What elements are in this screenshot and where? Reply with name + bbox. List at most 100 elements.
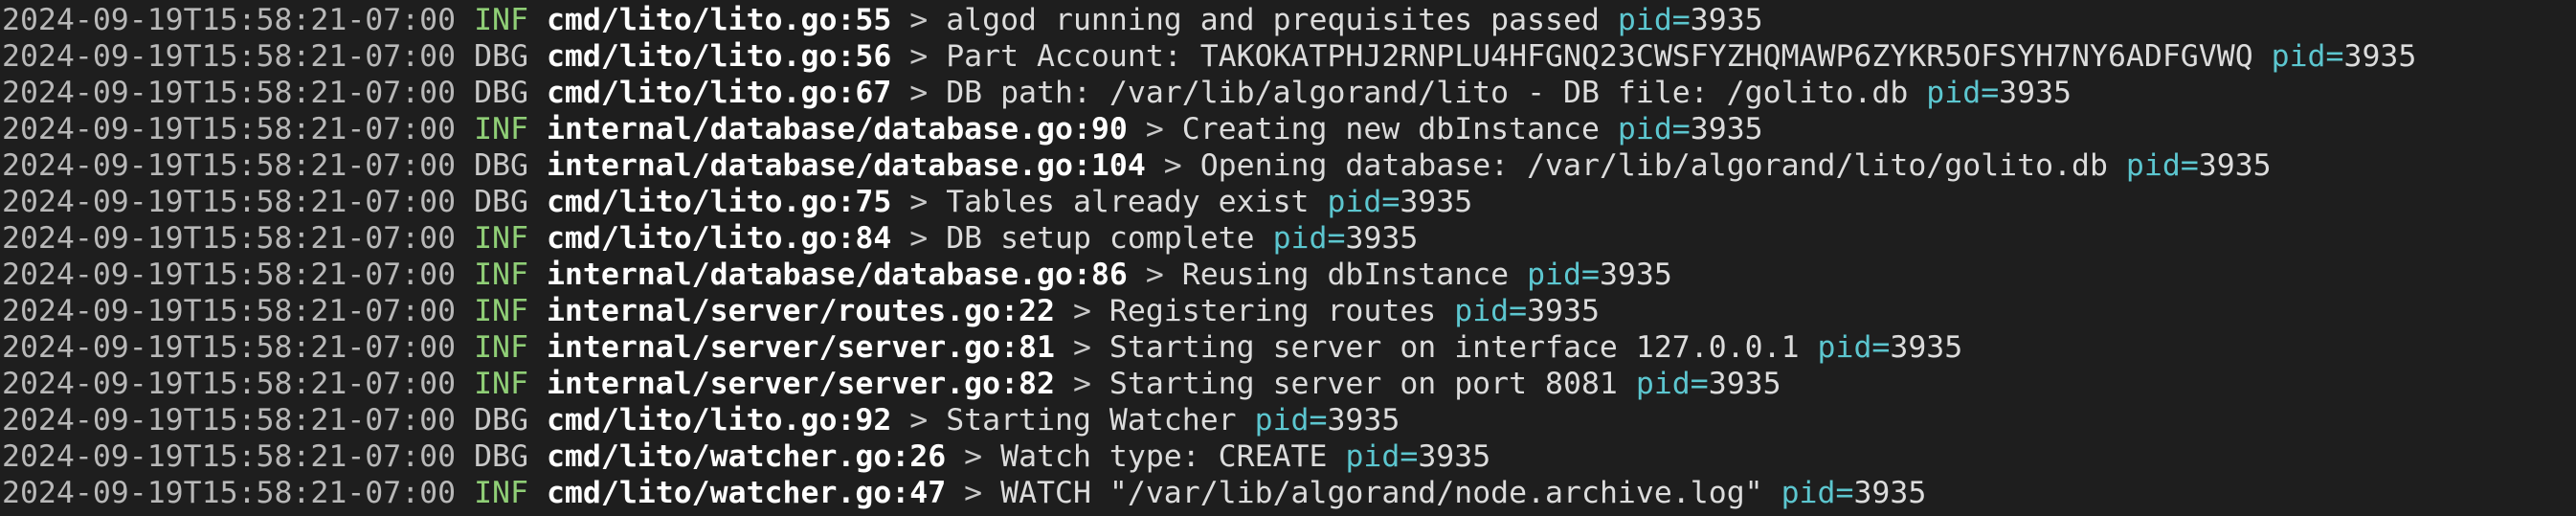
log-pid-key: pid= <box>1272 221 1346 256</box>
log-pid-key: pid= <box>2271 39 2344 74</box>
log-pid-key: pid= <box>1254 403 1328 437</box>
log-timestamp: 2024-09-19T15:58:21-07:00 <box>2 185 457 219</box>
log-line: 2024-09-19T15:58:21-07:00 DBG cmd/lito/l… <box>2 184 2576 220</box>
log-timestamp: 2024-09-19T15:58:21-07:00 <box>2 439 457 474</box>
log-timestamp: 2024-09-19T15:58:21-07:00 <box>2 112 457 146</box>
log-message: DB path: /var/lib/algorand/lito - DB fil… <box>946 76 1909 110</box>
log-timestamp: 2024-09-19T15:58:21-07:00 <box>2 476 457 510</box>
log-line: 2024-09-19T15:58:21-07:00 INF internal/s… <box>2 329 2576 366</box>
log-message: Watch type: CREATE <box>1000 439 1328 474</box>
log-message: WATCH "/var/lib/algorand/node.archive.lo… <box>1000 476 1763 510</box>
terminal-window[interactable]: 2024-09-19T15:58:21-07:00 INF cmd/lito/l… <box>0 0 2576 516</box>
log-pid-key: pid= <box>1454 294 1528 328</box>
log-timestamp: 2024-09-19T15:58:21-07:00 <box>2 294 457 328</box>
log-pid-key: pid= <box>1327 185 1400 219</box>
log-message: Registering routes <box>1109 294 1437 328</box>
log-timestamp: 2024-09-19T15:58:21-07:00 <box>2 39 457 74</box>
log-line: 2024-09-19T15:58:21-07:00 DBG cmd/lito/w… <box>2 438 2576 475</box>
log-timestamp: 2024-09-19T15:58:21-07:00 <box>2 3 457 37</box>
log-timestamp: 2024-09-19T15:58:21-07:00 <box>2 330 457 365</box>
log-timestamp: 2024-09-19T15:58:21-07:00 <box>2 76 457 110</box>
log-output: 2024-09-19T15:58:21-07:00 INF cmd/lito/l… <box>2 2 2576 511</box>
log-source: internal/database/database.go:86 <box>546 258 1128 292</box>
log-pid-value: 3935 <box>1853 476 1927 510</box>
log-arrow: > <box>909 185 929 219</box>
log-pid-key: pid= <box>1345 439 1419 474</box>
log-pid-key: pid= <box>2125 148 2199 183</box>
log-source: cmd/lito/lito.go:92 <box>546 403 892 437</box>
log-message: Part Account: TAKOKATPHJ2RNPLU4HFGNQ23CW… <box>946 39 2253 74</box>
log-line: 2024-09-19T15:58:21-07:00 DBG cmd/lito/l… <box>2 402 2576 438</box>
log-pid-value: 3935 <box>2198 148 2272 183</box>
log-source: internal/server/server.go:82 <box>546 367 1055 401</box>
log-pid-value: 3935 <box>1708 367 1781 401</box>
log-arrow: > <box>909 39 929 74</box>
log-arrow: > <box>964 476 983 510</box>
log-arrow: > <box>1072 330 1091 365</box>
log-arrow: > <box>1145 258 1164 292</box>
log-arrow: > <box>964 439 983 474</box>
log-pid-value: 3935 <box>1327 403 1400 437</box>
log-level: INF <box>474 367 528 401</box>
log-pid-key: pid= <box>1781 476 1854 510</box>
log-arrow: > <box>909 3 929 37</box>
log-line: 2024-09-19T15:58:21-07:00 INF cmd/lito/w… <box>2 475 2576 511</box>
log-message: Creating new dbInstance <box>1181 112 1600 146</box>
log-arrow: > <box>1163 148 1182 183</box>
log-pid-value: 3935 <box>1418 439 1491 474</box>
log-arrow: > <box>1072 294 1091 328</box>
log-pid-value: 3935 <box>1599 258 1672 292</box>
log-timestamp: 2024-09-19T15:58:21-07:00 <box>2 367 457 401</box>
log-arrow: > <box>909 221 929 256</box>
log-level: DBG <box>474 148 528 183</box>
log-message: Reusing dbInstance <box>1181 258 1510 292</box>
log-pid-key: pid= <box>1617 3 1691 37</box>
log-line: 2024-09-19T15:58:21-07:00 DBG internal/d… <box>2 147 2576 184</box>
log-line: 2024-09-19T15:58:21-07:00 INF cmd/lito/l… <box>2 220 2576 257</box>
log-message: Starting server on interface 127.0.0.1 <box>1109 330 1800 365</box>
log-line: 2024-09-19T15:58:21-07:00 DBG cmd/lito/l… <box>2 75 2576 111</box>
log-timestamp: 2024-09-19T15:58:21-07:00 <box>2 221 457 256</box>
log-message: Starting server on port 8081 <box>1109 367 1618 401</box>
log-source: cmd/lito/lito.go:56 <box>546 39 892 74</box>
log-arrow: > <box>1072 367 1091 401</box>
log-timestamp: 2024-09-19T15:58:21-07:00 <box>2 258 457 292</box>
log-message: Starting Watcher <box>946 403 1237 437</box>
log-level: INF <box>474 330 528 365</box>
log-message: Tables already exist <box>946 185 1310 219</box>
log-line: 2024-09-19T15:58:21-07:00 INF internal/d… <box>2 257 2576 293</box>
log-line: 2024-09-19T15:58:21-07:00 DBG cmd/lito/l… <box>2 38 2576 75</box>
log-level: DBG <box>474 39 528 74</box>
log-level: INF <box>474 294 528 328</box>
log-source: cmd/lito/lito.go:84 <box>546 221 892 256</box>
log-level: INF <box>474 3 528 37</box>
log-pid-key: pid= <box>1617 112 1691 146</box>
log-pid-value: 3935 <box>1527 294 1600 328</box>
log-level: INF <box>474 258 528 292</box>
log-line: 2024-09-19T15:58:21-07:00 INF internal/s… <box>2 293 2576 329</box>
log-pid-value: 3935 <box>1999 76 2072 110</box>
log-pid-key: pid= <box>1527 258 1600 292</box>
log-source: internal/server/routes.go:22 <box>546 294 1055 328</box>
log-timestamp: 2024-09-19T15:58:21-07:00 <box>2 403 457 437</box>
log-level: DBG <box>474 403 528 437</box>
log-message: DB setup complete <box>946 221 1255 256</box>
log-arrow: > <box>909 76 929 110</box>
log-timestamp: 2024-09-19T15:58:21-07:00 <box>2 148 457 183</box>
log-pid-key: pid= <box>1635 367 1709 401</box>
log-line: 2024-09-19T15:58:21-07:00 INF cmd/lito/l… <box>2 2 2576 38</box>
log-message: Opening database: /var/lib/algorand/lito… <box>1199 148 2108 183</box>
log-level: INF <box>474 476 528 510</box>
log-source: internal/server/server.go:81 <box>546 330 1055 365</box>
log-arrow: > <box>1145 112 1164 146</box>
log-pid-key: pid= <box>1817 330 1891 365</box>
log-pid-value: 3935 <box>1890 330 1963 365</box>
log-line: 2024-09-19T15:58:21-07:00 INF internal/s… <box>2 366 2576 402</box>
log-source: cmd/lito/watcher.go:47 <box>546 476 947 510</box>
log-line: 2024-09-19T15:58:21-07:00 INF internal/d… <box>2 111 2576 147</box>
log-level: DBG <box>474 185 528 219</box>
log-message: algod running and prequisites passed <box>946 3 1600 37</box>
log-level: INF <box>474 112 528 146</box>
log-pid-value: 3935 <box>1690 3 1763 37</box>
log-level: INF <box>474 221 528 256</box>
